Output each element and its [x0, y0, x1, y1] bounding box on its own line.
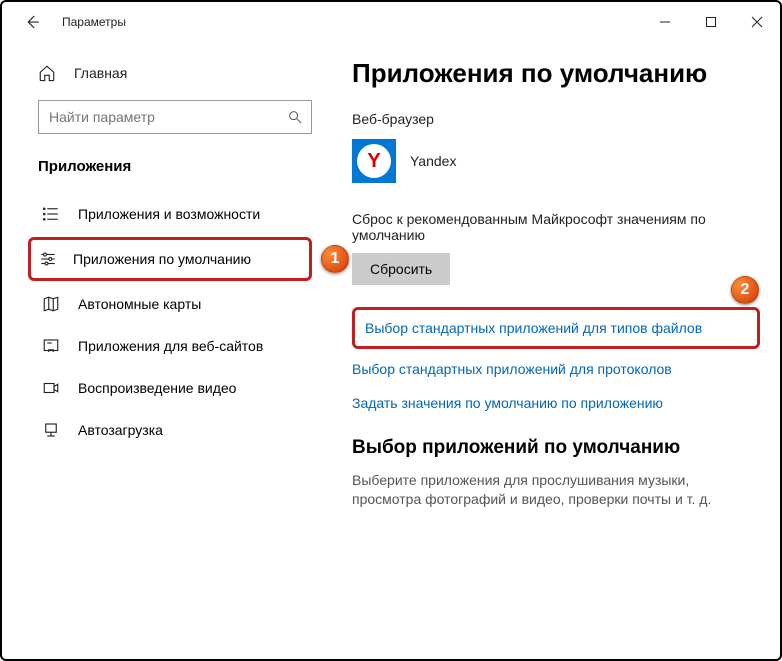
- main-content: Приложения по умолчанию Веб-браузер Y Ya…: [342, 42, 780, 659]
- search-input[interactable]: [49, 109, 287, 125]
- link-by-app[interactable]: Задать значения по умолчанию по приложен…: [352, 395, 760, 411]
- home-label: Главная: [74, 65, 127, 81]
- section2-title: Выбор приложений по умолчанию: [352, 437, 760, 459]
- home-link[interactable]: Главная: [2, 54, 342, 92]
- link-protocols[interactable]: Выбор стандартных приложений для протоко…: [352, 361, 760, 377]
- yandex-icon: Y: [352, 139, 396, 183]
- search-icon: [287, 109, 303, 125]
- sidebar: Главная Приложения Приложения и возможно…: [2, 42, 342, 659]
- minimize-button[interactable]: [642, 2, 688, 42]
- arrow-left-icon: [23, 13, 41, 31]
- sidebar-item-default-apps[interactable]: Приложения по умолчанию 1: [28, 237, 312, 281]
- sidebar-item-apps-websites[interactable]: Приложения для веб-сайтов: [2, 325, 342, 367]
- section2-desc: Выберите приложения для прослушивания му…: [352, 471, 732, 509]
- titlebar: Параметры: [2, 2, 780, 42]
- annotation-badge-2: 2: [731, 276, 759, 304]
- sidebar-item-offline-maps[interactable]: Автономные карты: [2, 283, 342, 325]
- search-box[interactable]: [38, 100, 312, 134]
- link-file-types[interactable]: Выбор стандартных приложений для типов ф…: [352, 307, 760, 349]
- back-button[interactable]: [14, 4, 50, 40]
- sidebar-item-apps-features[interactable]: Приложения и возможности: [2, 193, 342, 235]
- map-icon: [42, 295, 60, 313]
- window-title: Параметры: [62, 15, 126, 29]
- nav-label: Воспроизведение видео: [78, 380, 236, 396]
- nav-label: Приложения и возможности: [78, 206, 260, 222]
- startup-icon: [42, 421, 60, 439]
- maximize-button[interactable]: [688, 2, 734, 42]
- nav-label: Автозагрузка: [78, 422, 163, 438]
- page-title: Приложения по умолчанию: [352, 58, 760, 89]
- nav-label: Приложения для веб-сайтов: [78, 338, 263, 354]
- annotation-badge-1: 1: [321, 245, 349, 273]
- nav-label: Автономные карты: [78, 296, 201, 312]
- reset-button[interactable]: Сбросить: [352, 253, 450, 285]
- nav-label: Приложения по умолчанию: [73, 251, 251, 267]
- browser-name: Yandex: [410, 153, 456, 169]
- reset-description: Сброс к рекомендованным Майкрософт значе…: [352, 211, 722, 243]
- sidebar-item-video[interactable]: Воспроизведение видео: [2, 367, 342, 409]
- video-icon: [42, 379, 60, 397]
- close-button[interactable]: [734, 2, 780, 42]
- list-icon: [42, 205, 60, 223]
- sidebar-item-startup[interactable]: Автозагрузка: [2, 409, 342, 451]
- browser-app-row[interactable]: Y Yandex: [352, 139, 760, 183]
- sidebar-section: Приложения: [2, 140, 342, 193]
- website-icon: [42, 337, 60, 355]
- browser-label: Веб-браузер: [352, 111, 760, 127]
- defaults-icon: [39, 250, 57, 268]
- link-label: Выбор стандартных приложений для типов ф…: [365, 320, 702, 336]
- window-controls: [642, 2, 780, 42]
- home-icon: [38, 64, 56, 82]
